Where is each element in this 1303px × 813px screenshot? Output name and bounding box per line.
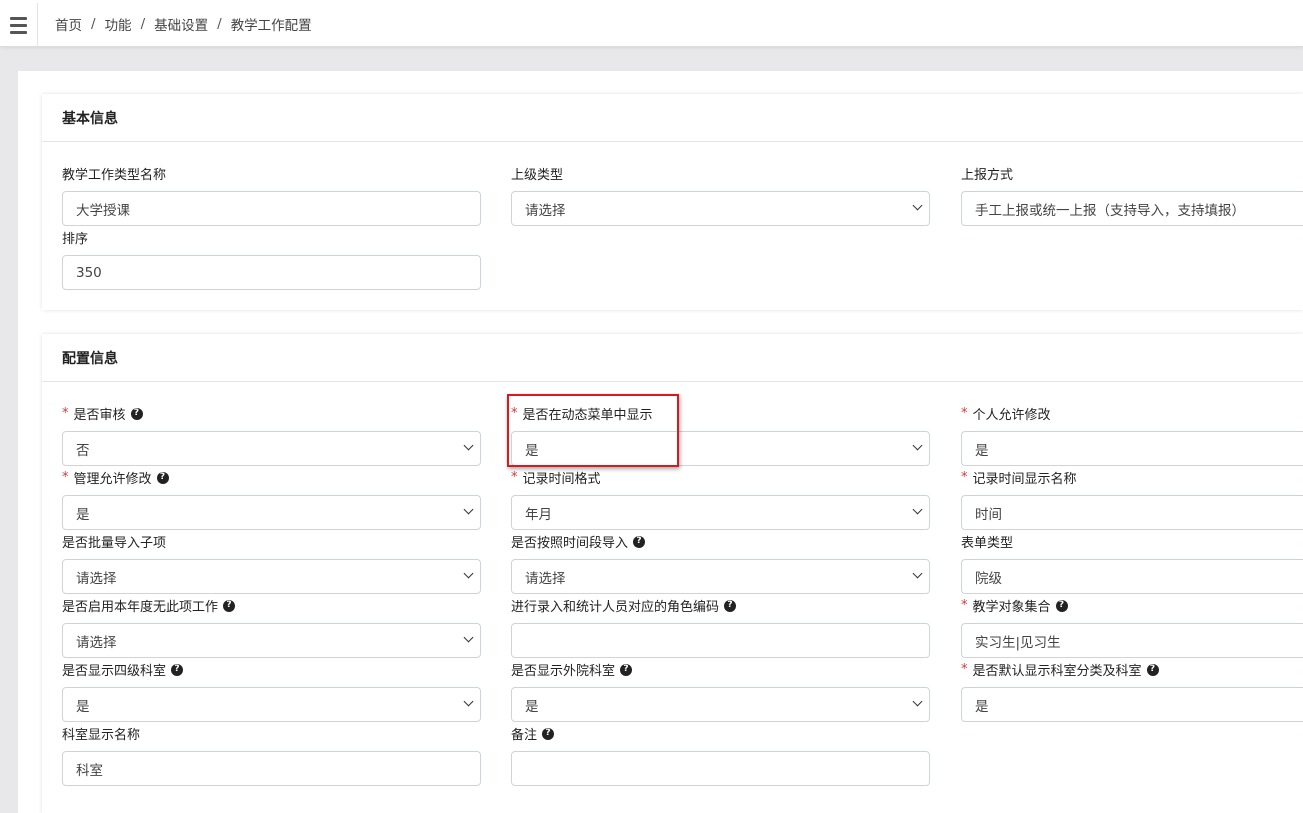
chevron-down-icon	[463, 696, 474, 707]
parent-type-select[interactable]: 请选择	[511, 191, 930, 226]
basic-info-card: 基本信息 教学工作类型名称 大学授课 上级类型 请选择 上报方式 手工上报或统一…	[42, 94, 1303, 310]
sort-label: 排序	[62, 232, 89, 247]
chevron-down-icon	[912, 440, 923, 451]
help-icon[interactable]: ?	[542, 727, 555, 740]
batch-import-label: 是否批量导入子项	[62, 536, 167, 551]
external-dept-label: 是否显示外院科室?	[511, 660, 633, 679]
role-code-input[interactable]	[511, 623, 930, 658]
chevron-down-icon	[463, 568, 474, 579]
breadcrumb-separator: /	[140, 16, 146, 32]
breadcrumb-separator: /	[217, 16, 222, 32]
breadcrumb-separator: /	[91, 16, 96, 32]
config-info-card: 配置信息 * 是否审核? 否 * 是否在动态菜单中显示 是 * 个人允许修改 是 * 管…	[42, 334, 1303, 813]
chevron-down-icon	[463, 632, 474, 643]
hamburger-menu-icon[interactable]	[0, 3, 38, 47]
admin-edit-label: * 管理允许修改?	[62, 468, 169, 487]
parent-type-label: 上级类型	[511, 168, 564, 183]
level4-dept-select[interactable]: 是	[62, 687, 481, 722]
chevron-down-icon	[912, 696, 923, 707]
teaching-objects-input[interactable]: 实习生|见习生	[961, 623, 1303, 658]
batch-import-select[interactable]: 请选择	[62, 559, 481, 594]
breadcrumb-function[interactable]: 功能	[105, 14, 132, 34]
no-item-this-year-select[interactable]: 请选择	[62, 623, 481, 658]
remark-input[interactable]	[511, 751, 930, 786]
sort-input[interactable]: 350	[62, 255, 481, 290]
report-mode-select[interactable]: 手工上报或统一上报（支持导入，支持填报）	[961, 191, 1303, 226]
audit-select[interactable]: 否	[62, 431, 481, 466]
role-code-label: 进行录入和统计人员对应的角色编码?	[511, 596, 737, 615]
audit-label: * 是否审核?	[62, 404, 143, 423]
help-icon[interactable]: ?	[156, 471, 169, 484]
type-name-label: 教学工作类型名称	[62, 168, 167, 183]
basic-info-title: 基本信息	[42, 94, 1303, 142]
report-mode-label: 上报方式	[961, 168, 1014, 183]
personal-edit-label: * 个人允许修改	[961, 406, 1051, 423]
help-icon[interactable]: ?	[620, 663, 633, 676]
time-display-name-label: * 记录时间显示名称	[961, 470, 1077, 487]
default-dept-category-label: * 是否默认显示科室分类及科室?	[961, 660, 1159, 679]
chevron-down-icon	[463, 440, 474, 451]
breadcrumb: 首页 / 功能 / 基础设置 / 教学工作配置	[55, 14, 312, 34]
no-item-this-year-label: 是否启用本年度无此项工作?	[62, 596, 236, 615]
form-type-select[interactable]: 院级	[961, 559, 1303, 594]
default-dept-category-select[interactable]: 是	[961, 687, 1303, 722]
help-icon[interactable]: ?	[724, 599, 737, 612]
time-format-select[interactable]: 年月	[511, 495, 930, 530]
personal-edit-select[interactable]: 是	[961, 431, 1303, 466]
help-icon[interactable]: ?	[1055, 599, 1068, 612]
chevron-down-icon	[912, 568, 923, 579]
level4-dept-label: 是否显示四级科室?	[62, 660, 184, 679]
breadcrumb-current: 教学工作配置	[230, 18, 312, 34]
chevron-down-icon	[912, 200, 923, 211]
teaching-objects-label: * 教学对象集合?	[961, 596, 1068, 615]
period-import-label: 是否按照时间段导入?	[511, 532, 646, 551]
chevron-down-icon	[912, 504, 923, 515]
breadcrumb-basic-settings[interactable]: 基础设置	[154, 14, 208, 34]
admin-edit-select[interactable]: 是	[62, 495, 481, 530]
config-info-title: 配置信息	[42, 334, 1303, 382]
help-icon[interactable]: ?	[223, 599, 236, 612]
form-type-label: 表单类型	[961, 536, 1014, 551]
help-icon[interactable]: ?	[130, 407, 143, 420]
dept-display-name-input[interactable]: 科室	[62, 751, 481, 786]
remark-label: 备注?	[511, 724, 555, 743]
dept-display-name-label: 科室显示名称	[62, 728, 141, 743]
time-format-label: * 记录时间格式	[511, 470, 601, 487]
chevron-down-icon	[463, 504, 474, 515]
top-bar: 首页 / 功能 / 基础设置 / 教学工作配置	[0, 0, 1303, 47]
period-import-select[interactable]: 请选择	[511, 559, 930, 594]
time-display-name-input[interactable]: 时间	[961, 495, 1303, 530]
help-icon[interactable]: ?	[1146, 663, 1159, 676]
external-dept-select[interactable]: 是	[511, 687, 930, 722]
highlight-box	[507, 394, 679, 467]
type-name-input[interactable]: 大学授课	[62, 191, 481, 226]
help-icon[interactable]: ?	[633, 535, 646, 548]
breadcrumb-home[interactable]: 首页	[55, 14, 82, 34]
content-panel: 基本信息 教学工作类型名称 大学授课 上级类型 请选择 上报方式 手工上报或统一…	[18, 71, 1303, 813]
help-icon[interactable]: ?	[171, 663, 184, 676]
